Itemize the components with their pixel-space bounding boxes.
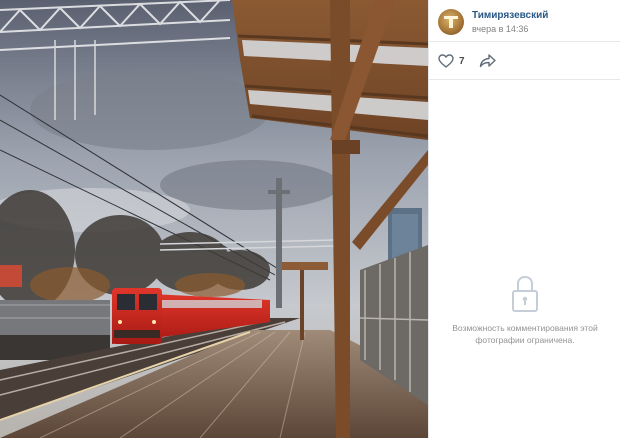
heart-icon [438, 54, 454, 68]
post-side-panel: Тимирязевский вчера в 14:36 7 Возможност… [428, 0, 620, 438]
like-count: 7 [459, 55, 465, 67]
post-photo[interactable] [0, 0, 428, 438]
comments-restricted-text: Возможность комментирования этой фотогра… [452, 323, 598, 345]
photo-viewer: Тимирязевский вчера в 14:36 7 Возможност… [0, 0, 620, 438]
post-author-header: Тимирязевский вчера в 14:36 [429, 0, 620, 42]
comments-restricted-notice: Возможность комментирования этой фотогра… [429, 274, 620, 346]
share-arrow-icon [479, 54, 496, 68]
share-button[interactable] [479, 53, 497, 69]
post-date[interactable]: вчера в 14:36 [472, 24, 528, 34]
author-avatar[interactable] [438, 9, 464, 35]
like-button[interactable]: 7 [438, 53, 465, 69]
community-logo-icon [444, 16, 458, 28]
author-name-link[interactable]: Тимирязевский [472, 10, 548, 21]
post-actions-bar: 7 [429, 42, 620, 80]
lock-icon [512, 275, 538, 312]
railway-station-photo [0, 0, 428, 438]
